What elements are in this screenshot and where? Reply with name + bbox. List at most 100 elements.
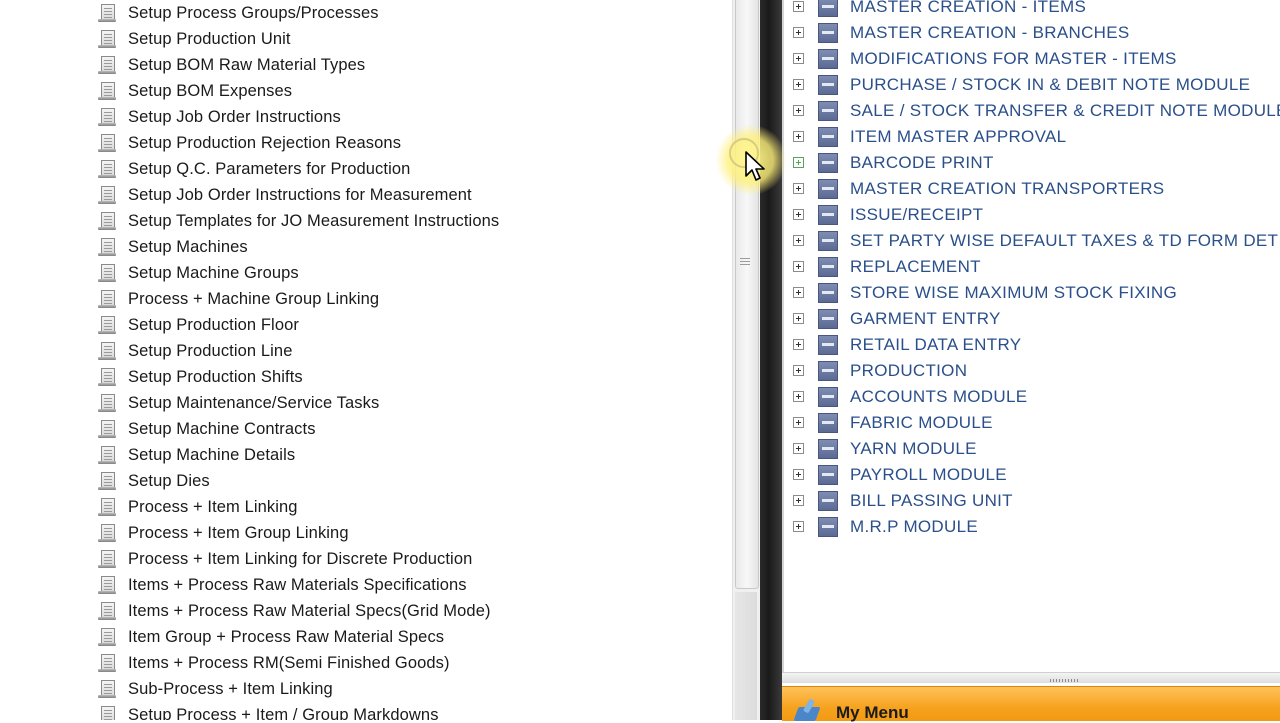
expand-plus-icon[interactable] [793,365,804,376]
mouse-cursor-icon [745,151,765,181]
left-tree-item[interactable]: Setup Production Shifts [96,364,303,390]
module-folder-icon [818,0,838,18]
right-tree-node[interactable]: MASTER CREATION - ITEMS [784,0,1280,20]
right-tree-node[interactable]: GARMENT ENTRY [784,306,1280,332]
document-icon [96,211,118,231]
right-tree-node[interactable]: REPLACEMENT [784,254,1280,280]
right-tree-node[interactable]: PRODUCTION [784,358,1280,384]
left-tree-item[interactable]: Setup Production Floor [96,312,299,338]
left-tree-item[interactable]: Setup Process + Item / Group Markdowns [96,702,439,720]
expand-plus-icon[interactable] [793,417,804,428]
scrollbar-grip-icon [740,258,750,265]
document-icon [96,575,118,595]
right-tree-node[interactable]: SALE / STOCK TRANSFER & CREDIT NOTE MODU… [784,98,1280,124]
expand-plus-icon[interactable] [793,53,804,64]
left-tree-item[interactable]: Setup Production Rejection Reasons [96,130,401,156]
resize-grip-icon[interactable] [1050,679,1078,682]
expand-plus-icon[interactable] [793,261,804,272]
left-tree-item[interactable]: Process + Item Linking for Discrete Prod… [96,546,472,572]
left-tree-item[interactable]: Setup Templates for JO Measurement Instr… [96,208,499,234]
document-icon [96,107,118,127]
right-tree-node[interactable]: MODIFICATIONS FOR MASTER - ITEMS [784,46,1280,72]
left-tree-item[interactable]: Setup Job Order Instructions [96,104,341,130]
expand-plus-icon[interactable] [793,313,804,324]
right-tree-node-label: MASTER CREATION - ITEMS [850,0,1087,16]
left-tree-item[interactable]: Setup Machine Groups [96,260,299,286]
left-tree-item[interactable]: Items + Process RM(Semi Finished Goods) [96,650,450,676]
left-tree-item[interactable]: Process + Item Group Linking [96,520,349,546]
right-tree-node[interactable]: BILL PASSING UNIT [784,488,1280,514]
expand-plus-icon[interactable] [793,183,804,194]
right-tree-node[interactable]: MASTER CREATION - BRANCHES [784,20,1280,46]
left-tree-item[interactable]: Process + Machine Group Linking [96,286,379,312]
left-tree-item-label: Setup Dies [128,471,210,490]
module-folder-icon [818,282,838,304]
left-tree-item[interactable]: Items + Process Raw Materials Specificat… [96,572,467,598]
left-tree-item-label: Sub-Process + Item Linking [128,679,333,698]
scrollbar-track[interactable] [735,592,757,720]
expand-plus-icon[interactable] [793,157,804,168]
expand-plus-icon[interactable] [793,131,804,142]
right-tree-node[interactable]: ISSUE/RECEIPT [784,202,1280,228]
left-tree-item-label: Setup Templates for JO Measurement Instr… [128,211,500,230]
left-tree-item-label: Setup Machine Details [128,445,296,464]
expand-plus-icon[interactable] [793,27,804,38]
right-tree-node[interactable]: MASTER CREATION TRANSPORTERS [784,176,1280,202]
expand-plus-icon[interactable] [793,391,804,402]
right-tree-node[interactable]: PAYROLL MODULE [784,462,1280,488]
document-icon [96,237,118,257]
left-tree-item[interactable]: Setup Production Unit [96,26,291,52]
panel-splitter[interactable] [760,0,782,720]
expand-plus-icon[interactable] [793,79,804,90]
expand-plus-icon[interactable] [793,1,804,12]
right-tree-node[interactable]: PURCHASE / STOCK IN & DEBIT NOTE MODULE [784,72,1280,98]
left-tree-item-label: Setup BOM Expenses [128,81,293,100]
left-tree-item-label: Setup Q.C. Parameters for Production [128,159,411,178]
left-tree-item[interactable]: Setup Machine Contracts [96,416,316,442]
left-tree-item-label: Items + Process RM(Semi Finished Goods) [128,653,450,672]
expand-plus-icon[interactable] [793,339,804,350]
left-tree-item[interactable]: Setup BOM Raw Material Types [96,52,365,78]
expand-plus-icon[interactable] [793,469,804,480]
right-tree-panel: MASTER CREATION - ITEMS MASTER CREATION -… [782,0,1280,672]
document-icon [96,55,118,75]
expand-plus-icon[interactable] [793,287,804,298]
document-icon [96,81,118,101]
left-tree-item[interactable]: Setup Dies [96,468,210,494]
right-tree-node[interactable]: BARCODE PRINT [784,150,1280,176]
scrollbar-thumb[interactable] [735,0,759,589]
module-folder-icon [818,126,838,148]
left-tree-item[interactable]: Setup Machine Details [96,442,295,468]
left-tree-item[interactable]: Item Group + Process Raw Material Specs [96,624,444,650]
expand-plus-icon[interactable] [793,209,804,220]
left-tree-item[interactable]: Sub-Process + Item Linking [96,676,333,702]
right-tree-node[interactable]: RETAIL DATA ENTRY [784,332,1280,358]
left-tree-item[interactable]: Process + Item Linking [96,494,298,520]
right-tree-node-label: FABRIC MODULE [850,413,993,432]
left-tree-item[interactable]: Setup Production Line [96,338,292,364]
module-folder-icon [818,386,838,408]
left-panel-scrollbar[interactable] [732,0,761,720]
right-tree-node[interactable]: M.R.P MODULE [784,514,1280,540]
my-menu-bar[interactable]: My Menu [782,686,1280,722]
right-tree-node[interactable]: SET PARTY WISE DEFAULT TAXES & TD FORM D… [784,228,1280,254]
right-tree-node[interactable]: YARN MODULE [784,436,1280,462]
expand-plus-icon[interactable] [793,235,804,246]
left-tree-item[interactable]: Setup BOM Expenses [96,78,292,104]
left-tree-item-label: Setup Job Order Instructions for Measure… [128,185,472,204]
left-tree-item[interactable]: Setup Maintenance/Service Tasks [96,390,379,416]
left-tree-item[interactable]: Setup Job Order Instructions for Measure… [96,182,472,208]
expand-plus-icon[interactable] [793,521,804,532]
right-tree-node[interactable]: FABRIC MODULE [784,410,1280,436]
right-tree-node[interactable]: ACCOUNTS MODULE [784,384,1280,410]
expand-plus-icon[interactable] [793,105,804,116]
right-tree-node[interactable]: STORE WISE MAXIMUM STOCK FIXING [784,280,1280,306]
left-tree-item[interactable]: Setup Process Groups/Processes [96,0,379,26]
expand-plus-icon[interactable] [793,443,804,454]
menu-bar-title: My Menu [836,703,909,722]
right-tree-node[interactable]: ITEM MASTER APPROVAL [784,124,1280,150]
left-tree-item[interactable]: Setup Q.C. Parameters for Production [96,156,410,182]
left-tree-item[interactable]: Items + Process Raw Material Specs(Grid … [96,598,491,624]
expand-plus-icon[interactable] [793,495,804,506]
left-tree-item[interactable]: Setup Machines [96,234,248,260]
